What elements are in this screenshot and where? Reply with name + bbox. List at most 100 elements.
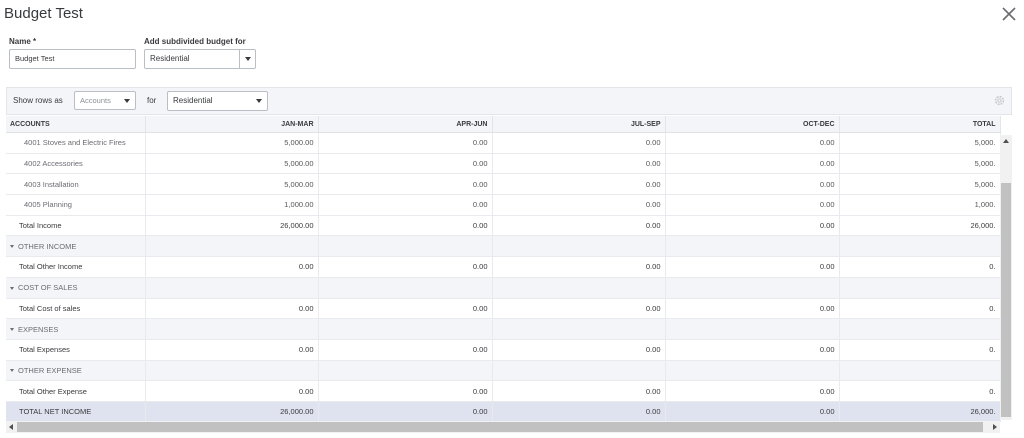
table-row: 4005 Planning 1,000.00 0.00 0.00 0.00 1,000. — [6, 194, 1001, 216]
section-label: COST OF SALES — [18, 283, 78, 293]
budget-toolbar — [6, 87, 1012, 115]
horizontal-scroll-thumb[interactable] — [17, 422, 983, 432]
for-select[interactable]: Residential — [167, 91, 268, 111]
amount-cell[interactable]: 5,000.00 — [145, 132, 319, 154]
amount-cell — [318, 235, 493, 258]
section-label: OTHER INCOME — [18, 241, 77, 251]
amount-cell — [665, 235, 840, 258]
amount-cell — [492, 318, 666, 340]
amount-cell[interactable]: 1,000.00 — [145, 194, 319, 216]
table-row: 4002 Accessories 5,000.00 0.00 0.00 0.00 5,00… — [6, 153, 1001, 175]
gear-icon[interactable] — [993, 94, 1006, 107]
amount-cell: 0.00 — [665, 298, 840, 320]
amount-cell[interactable]: 0.00 — [665, 194, 840, 216]
account-name-cell: Total Other Expense — [6, 380, 146, 402]
amount-cell: 26,000. — [839, 215, 1001, 237]
column-header: OCT-DEC — [665, 116, 840, 133]
section-label: OTHER EXPENSE — [18, 365, 82, 375]
amount-cell[interactable]: 0.00 — [492, 132, 666, 154]
amount-cell[interactable]: 5,000. — [839, 132, 1001, 154]
amount-cell: 0.00 — [492, 298, 666, 320]
subdivided-budget-select[interactable]: Residential — [144, 49, 256, 69]
column-header: JAN-MAR — [145, 116, 319, 133]
horizontal-scrollbar[interactable] — [6, 421, 1000, 433]
amount-cell[interactable]: 0.00 — [665, 153, 840, 175]
amount-cell — [665, 318, 840, 340]
amount-cell — [145, 277, 319, 299]
amount-cell: 0.00 — [492, 401, 666, 422]
amount-cell[interactable]: 5,000.00 — [145, 173, 319, 196]
show-rows-label: Show rows as — [13, 96, 63, 105]
account-name-cell: Total Income — [6, 215, 146, 237]
amount-cell: 0.00 — [145, 380, 319, 402]
amount-cell: 0. — [839, 256, 1001, 278]
budget-table: ACCOUNTS JAN-MAR APR-JUN JUL-SEP OCT-DEC… — [6, 116, 1001, 422]
amount-cell: 0.00 — [665, 215, 840, 237]
table-cell: EXPENSES — [6, 318, 146, 340]
amount-cell: 0.00 — [318, 339, 493, 361]
amount-cell — [492, 360, 666, 382]
account-name-cell: 4001 Stoves and Electric Fires — [6, 132, 146, 154]
subdivided-budget-value: Residential — [150, 54, 190, 63]
amount-cell: 0.00 — [318, 380, 493, 402]
amount-cell — [318, 277, 493, 299]
amount-cell — [665, 360, 840, 382]
account-name-cell: 4003 Installation — [6, 173, 146, 196]
amount-cell[interactable]: 1,000. — [839, 194, 1001, 216]
show-rows-value: Accounts — [80, 96, 111, 105]
amount-cell: 0.00 — [665, 401, 840, 422]
account-name-cell: TOTAL NET INCOME — [6, 401, 146, 422]
amount-cell: 0.00 — [665, 339, 840, 361]
amount-cell: 0. — [839, 298, 1001, 320]
amount-cell[interactable]: 5,000.00 — [145, 153, 319, 175]
amount-cell — [318, 360, 493, 382]
column-header: ACCOUNTS — [6, 116, 146, 133]
close-icon[interactable] — [1000, 5, 1018, 23]
amount-cell[interactable]: 0.00 — [318, 153, 493, 175]
show-rows-select[interactable]: Accounts — [74, 91, 136, 110]
amount-cell: 26,000.00 — [145, 215, 319, 237]
scroll-right-icon[interactable] — [993, 424, 997, 430]
amount-cell — [318, 318, 493, 340]
table-row: 4003 Installation 5,000.00 0.00 0.00 0.00 5,0… — [6, 173, 1001, 196]
amount-cell: 0.00 — [665, 256, 840, 278]
table-row: Total Other Expense 0.00 0.00 0.00 0.00 0. — [6, 380, 1001, 402]
amount-cell[interactable]: 0.00 — [665, 173, 840, 196]
collapse-icon[interactable] — [10, 369, 14, 373]
amount-cell: 26,000. — [839, 401, 1001, 422]
amount-cell[interactable]: 5,000. — [839, 153, 1001, 175]
collapse-icon[interactable] — [10, 245, 14, 249]
amount-cell — [839, 277, 1001, 299]
amount-cell: 0.00 — [318, 256, 493, 278]
amount-cell[interactable]: 0.00 — [665, 132, 840, 154]
net-income-row: TOTAL NET INCOME 26,000.00 0.00 0.00 0.00 26,… — [6, 401, 1001, 422]
amount-cell — [145, 235, 319, 258]
amount-cell — [839, 235, 1001, 258]
chevron-down-icon — [256, 99, 262, 103]
name-input[interactable]: Budget Test — [9, 49, 136, 69]
scroll-left-icon[interactable] — [9, 424, 13, 430]
dialog-title: Budget Test — [4, 5, 83, 22]
amount-cell[interactable]: 0.00 — [318, 132, 493, 154]
amount-cell[interactable]: 5,000. — [839, 173, 1001, 196]
amount-cell[interactable]: 0.00 — [492, 173, 666, 196]
table-row: 4001 Stoves and Electric Fires 5,000.00 0.… — [6, 132, 1001, 154]
amount-cell[interactable]: 0.00 — [492, 194, 666, 216]
column-header: APR-JUN — [318, 116, 493, 133]
amount-cell — [145, 360, 319, 382]
scroll-up-icon[interactable] — [1003, 139, 1009, 143]
amount-cell: 0.00 — [492, 215, 666, 237]
collapse-icon[interactable] — [10, 286, 14, 290]
amount-cell: 26,000.00 — [145, 401, 319, 422]
for-value: Residential — [173, 96, 213, 105]
table-row: Total Other Income 0.00 0.00 0.00 0.00 0. — [6, 256, 1001, 278]
vertical-scrollbar[interactable] — [1000, 135, 1012, 420]
collapse-icon[interactable] — [10, 328, 14, 332]
amount-cell[interactable]: 0.00 — [492, 153, 666, 175]
amount-cell[interactable]: 0.00 — [318, 194, 493, 216]
amount-cell[interactable]: 0.00 — [318, 173, 493, 196]
amount-cell — [492, 277, 666, 299]
vertical-scroll-thumb[interactable] — [1001, 183, 1011, 417]
table-cell: COST OF SALES — [6, 277, 146, 299]
section-row: COST OF SALES — [6, 277, 1001, 299]
